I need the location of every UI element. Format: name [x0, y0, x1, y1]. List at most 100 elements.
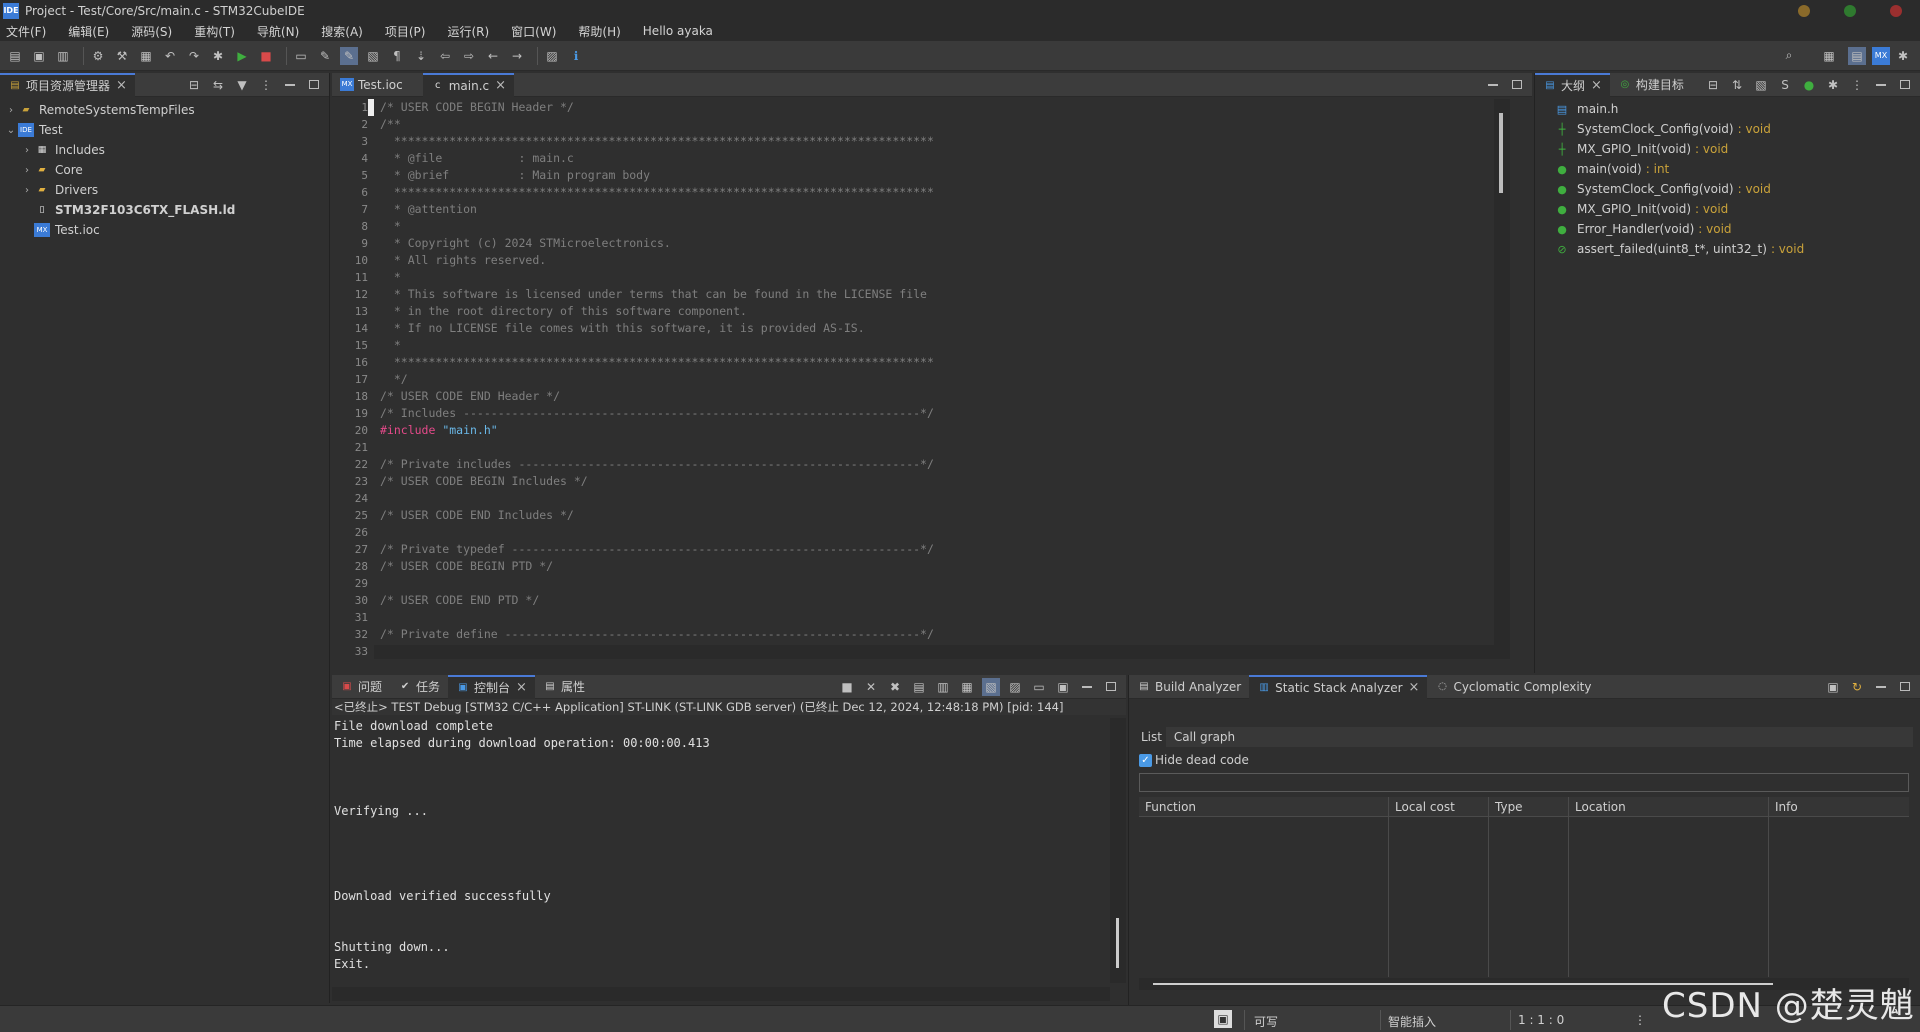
code-line[interactable]: /* USER CODE END Header */ — [380, 388, 1510, 405]
collapse-all-icon[interactable]: ⊟ — [185, 76, 203, 94]
code-line[interactable] — [380, 609, 1510, 626]
tree-item-remotesystemstempfiles[interactable]: › ▰ RemoteSystemsTempFiles — [0, 100, 329, 120]
debug-icon[interactable]: ✱ — [209, 47, 227, 65]
tree-item-core[interactable]: › ▰ Core — [0, 160, 329, 180]
code-line[interactable]: /* USER CODE BEGIN Includes */ — [380, 473, 1510, 490]
minimize-view-button[interactable] — [1872, 76, 1890, 94]
back-icon[interactable]: ⇦ — [436, 47, 454, 65]
debug-perspective-icon[interactable]: ✱ — [1894, 47, 1912, 65]
code-line[interactable]: * If no LICENSE file comes with this sof… — [380, 320, 1510, 337]
arrow-right-icon[interactable]: → — [508, 47, 526, 65]
expand-icon[interactable]: › — [20, 165, 34, 176]
close-window-button[interactable] — [1890, 5, 1902, 17]
tab-properties[interactable]: ▤ 属性 — [535, 675, 593, 699]
remove-all-icon[interactable]: ✖ — [886, 678, 904, 696]
outline-item[interactable]: ┼ SystemClock_Config(void): void — [1535, 119, 1920, 139]
code-line[interactable]: * — [380, 269, 1510, 286]
minimize-view-button[interactable] — [1484, 76, 1502, 94]
code-line[interactable]: /* Includes ----------------------------… — [380, 405, 1510, 422]
pin-console-icon[interactable]: ▨ — [1006, 678, 1024, 696]
menu-navigate[interactable]: 导航(N) — [257, 23, 299, 40]
undo-icon[interactable]: ↶ — [161, 47, 179, 65]
gear-icon[interactable]: ⚙ — [89, 47, 107, 65]
calculator-icon[interactable]: ▦ — [137, 47, 155, 65]
code-line[interactable]: * @file : main.c — [380, 150, 1510, 167]
build-hammer-icon[interactable]: ⚒ — [113, 47, 131, 65]
expand-icon[interactable]: › — [20, 185, 34, 196]
open-console-icon[interactable]: ▣ — [1054, 678, 1072, 696]
code-line[interactable]: * — [380, 218, 1510, 235]
column-function[interactable]: Function — [1139, 797, 1389, 817]
view-menu-icon[interactable]: ⋮ — [257, 76, 275, 94]
focus-icon[interactable]: ✱ — [1824, 76, 1842, 94]
outline-item[interactable]: ● main(void): int — [1535, 159, 1920, 179]
minimize-window-button[interactable] — [1798, 5, 1810, 17]
subtab-list[interactable]: List — [1137, 727, 1166, 747]
code-line[interactable]: * This software is licensed under terms … — [380, 286, 1510, 303]
code-line[interactable] — [380, 575, 1510, 592]
scroll-lock-icon[interactable]: ▥ — [934, 678, 952, 696]
link-editor-icon[interactable]: ⇆ — [209, 76, 227, 94]
mx-perspective-icon[interactable]: MX — [1872, 46, 1890, 65]
code-line[interactable]: * Copyright (c) 2024 STMicroelectronics. — [380, 235, 1510, 252]
status-menu-icon[interactable]: ⋮ — [1634, 1013, 1646, 1027]
code-line[interactable]: /* Private define ----------------------… — [380, 626, 1510, 643]
open-folder-icon[interactable]: ▭ — [292, 47, 310, 65]
status-notification-icon[interactable]: ▣ — [1214, 1010, 1232, 1028]
code-line[interactable]: /* USER CODE BEGIN Header */ — [380, 99, 1510, 116]
tab-console[interactable]: ▣ 控制台 × — [448, 674, 535, 699]
menu-refactor[interactable]: 重构(T) — [194, 23, 235, 40]
tab-cyclomatic-complexity[interactable]: ◌ Cyclomatic Complexity — [1427, 675, 1599, 699]
close-icon[interactable]: × — [1591, 78, 1602, 93]
perspective-icon[interactable]: ▦ — [1820, 47, 1838, 65]
minimize-view-button[interactable] — [281, 76, 299, 94]
code-line[interactable]: ****************************************… — [380, 184, 1510, 201]
hide-dead-code-checkbox[interactable]: ✓ — [1139, 753, 1152, 767]
menu-project[interactable]: 项目(P) — [385, 23, 426, 40]
column-type[interactable]: Type — [1489, 797, 1569, 817]
hide-dead-code-option[interactable]: ✓ Hide dead code — [1139, 751, 1249, 769]
close-icon[interactable]: × — [1409, 680, 1420, 695]
expand-icon[interactable]: › — [20, 145, 34, 156]
tab-static-stack-analyzer[interactable]: ▥ Static Stack Analyzer × — [1249, 674, 1428, 699]
tree-item-test[interactable]: ⌄ IDE Test — [0, 120, 329, 140]
menu-hello-ayaka[interactable]: Hello ayaka — [643, 24, 713, 38]
maximize-view-button[interactable] — [1896, 678, 1914, 696]
tree-item-drivers[interactable]: › ▰ Drivers — [0, 180, 329, 200]
save-icon[interactable]: ▣ — [30, 47, 48, 65]
code-line[interactable]: /** — [380, 116, 1510, 133]
menu-search[interactable]: 搜索(A) — [321, 23, 363, 40]
code-line[interactable] — [380, 490, 1510, 507]
redo-icon[interactable]: ↷ — [185, 47, 203, 65]
stop-icon[interactable]: ■ — [257, 47, 275, 65]
tree-item-linker-script[interactable]: ▯ STM32F103C6TX_FLASH.ld — [0, 200, 329, 220]
code-line[interactable]: ****************************************… — [380, 354, 1510, 371]
pencil-icon[interactable]: ✎ — [316, 47, 334, 65]
scrollbar-thumb[interactable] — [1116, 918, 1119, 968]
tab-main-c[interactable]: c main.c × — [422, 72, 515, 97]
code-area[interactable]: /* USER CODE BEGIN Header *//** ********… — [380, 99, 1510, 659]
word-wrap-icon[interactable]: ▦ — [958, 678, 976, 696]
outline-item[interactable]: ▤ main.h — [1535, 99, 1920, 119]
outline-item[interactable]: ● MX_GPIO_Init(void): void — [1535, 199, 1920, 219]
column-info[interactable]: Info — [1769, 797, 1909, 817]
horizontal-scrollbar[interactable] — [374, 645, 1494, 659]
code-line[interactable]: * in the root directory of this software… — [380, 303, 1510, 320]
save-all-icon[interactable]: ▥ — [54, 47, 72, 65]
toggle-block-icon[interactable]: ▧ — [364, 47, 382, 65]
hide-fields-icon[interactable]: ▧ — [1752, 76, 1770, 94]
close-icon[interactable]: × — [516, 680, 527, 695]
open-perspective-icon[interactable]: ▨ — [543, 47, 561, 65]
code-line[interactable]: #include "main.h" — [380, 422, 1510, 439]
new-icon[interactable]: ▤ — [6, 47, 24, 65]
minimize-view-button[interactable] — [1872, 678, 1890, 696]
maximize-window-button[interactable] — [1844, 5, 1856, 17]
tab-problems[interactable]: ▣ 问题 — [332, 675, 390, 699]
code-line[interactable]: /* Private typedef ---------------------… — [380, 541, 1510, 558]
maximize-view-button[interactable] — [1508, 76, 1526, 94]
menu-run[interactable]: 运行(R) — [447, 23, 489, 40]
subtab-call-graph[interactable]: Call graph — [1170, 727, 1239, 747]
hide-non-public-icon[interactable]: ● — [1800, 76, 1818, 94]
tab-outline[interactable]: ▤ 大纲 × — [1535, 72, 1610, 97]
code-line[interactable]: * — [380, 337, 1510, 354]
